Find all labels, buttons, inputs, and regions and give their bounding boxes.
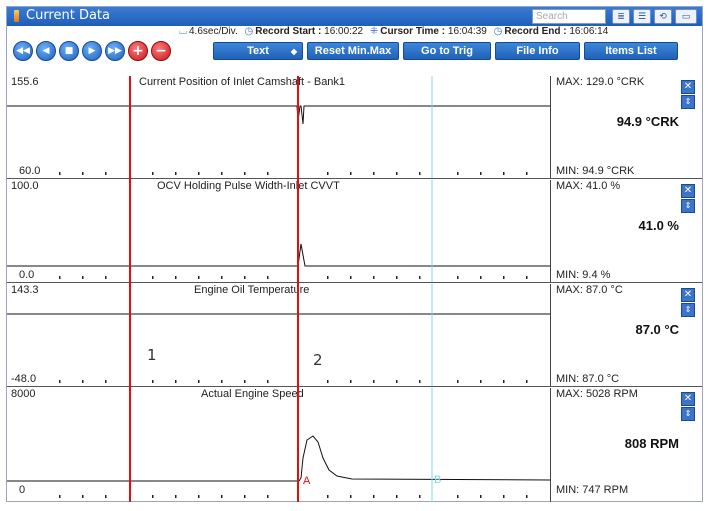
graph-panel-3: 143.3 -48.0 Engine Oil Temperature MAX: … [7, 284, 702, 387]
record-end: 16:06:14 [569, 26, 609, 37]
min-value: MIN: 94.9 °CRK [556, 165, 635, 177]
graph-panel-2: 100.0 0.0 OCV Holding Pulse Width-Inlet … [7, 180, 702, 283]
app-icon [14, 10, 19, 22]
min-value: MIN: 9.4 % [556, 269, 611, 281]
cursor-b-label: B [434, 474, 442, 486]
crosshair-icon: ⁜ [369, 26, 379, 37]
updown-icon: ◆ [290, 46, 297, 56]
current-data-window: Current Data Search ≣ ☰ ⟲ ▭ ⌴ 4.6sec/Div.… [6, 6, 703, 502]
cursor-time-label: Cursor Time : [380, 26, 446, 37]
clock-icon: ◷ [244, 26, 254, 37]
scale-max: 100.0 [11, 180, 39, 192]
cursor-a-label: A [303, 475, 311, 487]
close-icon[interactable]: ✕ [681, 288, 695, 302]
search-option-icon[interactable]: ≣ [612, 9, 630, 24]
record-start-label: Record Start : [255, 26, 322, 37]
marker-1-label: 1 [142, 344, 162, 366]
panel-title: Actual Engine Speed [201, 388, 304, 400]
max-value: MAX: 41.0 % [556, 180, 621, 192]
plot-4-svg [7, 388, 550, 502]
search-input[interactable]: Search [532, 9, 606, 24]
marker-2-label: 2 [308, 349, 328, 371]
value-pane: MAX: 87.0 °C 87.0 °C MIN: 87.0 °C ✕ ⇕ [552, 284, 702, 386]
signal-trace [7, 435, 550, 482]
close-icon[interactable]: ✕ [681, 184, 695, 198]
zoom-in-icon[interactable]: + [128, 41, 148, 61]
marker-line-2[interactable] [297, 76, 299, 502]
current-value: 94.9 °CRK [616, 114, 679, 129]
marker-line-1[interactable] [129, 76, 131, 502]
panel-title: Engine Oil Temperature [194, 284, 310, 296]
file-info-button[interactable]: File Info [495, 42, 580, 60]
clock-icon: ◷ [493, 26, 503, 37]
toolbar: ◀◀ ◀ ■ ▶ ▶▶ + − Text ◆ Reset Min.Max Go t… [7, 38, 702, 64]
time-div-icon: ⌴ [179, 26, 187, 37]
text-select[interactable]: Text ◆ [213, 42, 303, 60]
retry-icon[interactable]: ⟲ [654, 9, 672, 24]
plot-area[interactable]: 143.3 -48.0 Engine Oil Temperature [7, 284, 551, 386]
updown-icon[interactable]: ⇕ [681, 303, 695, 317]
value-pane: MAX: 5028 RPM 808 RPM MIN: 747 RPM ✕ ⇕ [552, 388, 702, 502]
step-back-icon[interactable]: ◀ [36, 41, 56, 61]
current-value: 41.0 % [638, 218, 679, 233]
min-value: MIN: 747 RPM [556, 484, 629, 496]
max-value: MAX: 129.0 °CRK [556, 76, 645, 88]
plot-1-svg [7, 76, 550, 178]
rewind-icon[interactable]: ◀◀ [13, 41, 33, 61]
items-list-button[interactable]: Items List [584, 42, 678, 60]
updown-icon[interactable]: ⇕ [681, 95, 695, 109]
max-value: MAX: 5028 RPM [556, 388, 638, 400]
title-bar: Current Data Search ≣ ☰ ⟲ ▭ [7, 7, 702, 26]
panel-title: Current Position of Inlet Camshaft - Ban… [139, 76, 346, 88]
value-pane: MAX: 41.0 % 41.0 % MIN: 9.4 % ✕ ⇕ [552, 180, 702, 282]
plot-3-svg [7, 284, 550, 386]
plot-area[interactable]: 8000 0 Actual Engine Speed A B [7, 388, 551, 502]
zoom-out-icon[interactable]: − [151, 41, 171, 61]
list-icon[interactable]: ☰ [633, 9, 651, 24]
record-start: 16:00:22 [324, 26, 364, 37]
fast-forward-icon[interactable]: ▶▶ [105, 41, 125, 61]
signal-trace [7, 105, 550, 125]
scale-min: 60.0 [19, 165, 41, 177]
plot-2-svg [7, 180, 550, 282]
scale-max: 8000 [11, 388, 36, 400]
time-div: 4.6sec/Div. [189, 26, 238, 37]
signal-trace [7, 243, 550, 267]
window-title: Current Data [26, 8, 110, 23]
record-end-label: Record End : [504, 26, 567, 37]
reset-minmax-button[interactable]: Reset Min.Max [307, 42, 399, 60]
value-pane: MAX: 129.0 °CRK 94.9 °CRK MIN: 94.9 °CRK… [552, 76, 702, 178]
scale-max: 143.3 [11, 284, 39, 296]
close-icon[interactable]: ✕ [681, 392, 695, 406]
min-value: MIN: 87.0 °C [556, 373, 620, 385]
step-forward-icon[interactable]: ▶ [82, 41, 102, 61]
cursor-time: 16:04:39 [447, 26, 487, 37]
panel-title: OCV Holding Pulse Width-Inlet CVVT [157, 180, 340, 192]
max-value: MAX: 87.0 °C [556, 284, 623, 296]
scale-min: -48.0 [11, 373, 37, 385]
text-select-label: Text [247, 45, 269, 57]
plot-area[interactable]: 100.0 0.0 OCV Holding Pulse Width-Inlet … [7, 180, 551, 282]
graph-panel-1: 155.6 60.0 Current Position of Inlet Cam… [7, 76, 702, 179]
graph-panel-4: 8000 0 Actual Engine Speed A B MAX: 5028… [7, 388, 702, 502]
scale-min: 0.0 [19, 269, 35, 281]
scale-max: 155.6 [11, 76, 39, 88]
window-icon[interactable]: ▭ [675, 9, 697, 24]
updown-icon[interactable]: ⇕ [681, 407, 695, 421]
go-to-trig-button[interactable]: Go to Trig [403, 42, 491, 60]
scale-min: 0 [19, 484, 26, 496]
stop-icon[interactable]: ■ [59, 41, 79, 61]
close-icon[interactable]: ✕ [681, 80, 695, 94]
current-value: 808 RPM [624, 436, 679, 451]
updown-icon[interactable]: ⇕ [681, 199, 695, 213]
plot-area[interactable]: 155.6 60.0 Current Position of Inlet Cam… [7, 76, 551, 178]
current-value: 87.0 °C [635, 322, 679, 337]
